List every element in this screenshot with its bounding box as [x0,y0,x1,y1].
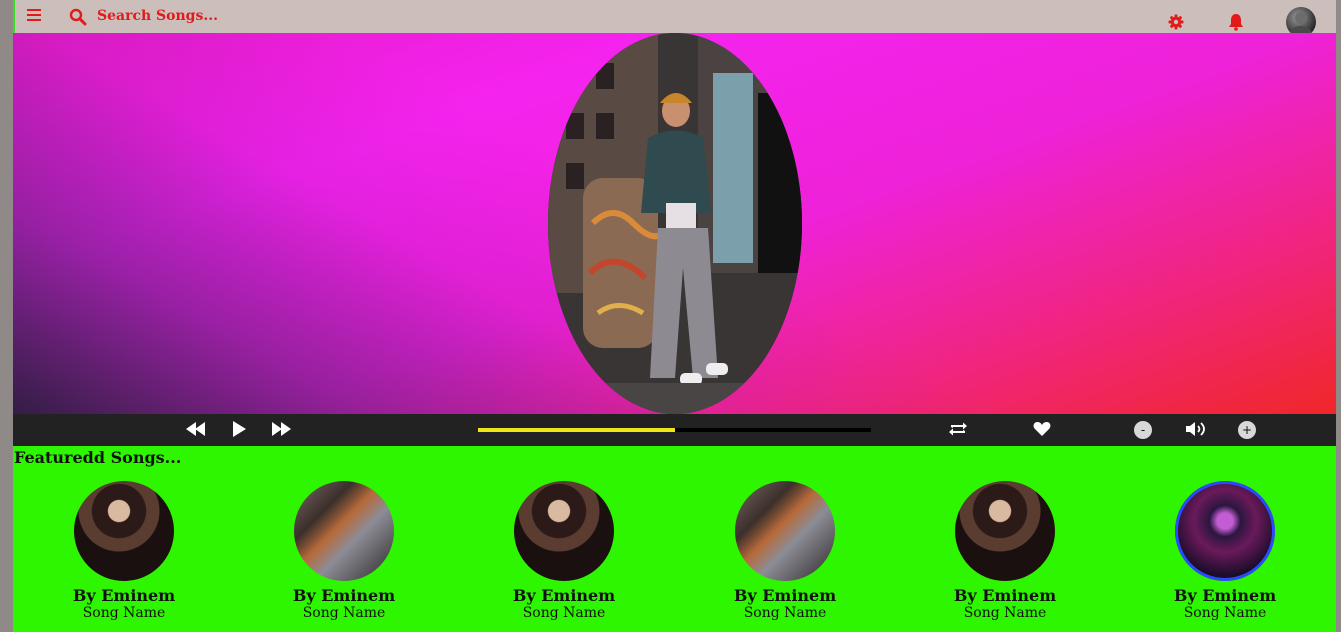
song-thumbnail [74,481,174,581]
bell-icon[interactable] [1228,13,1244,31]
song-name: Song Name [82,605,166,621]
song-thumbnail [514,481,614,581]
song-card[interactable]: By Eminem Song Name [715,481,855,621]
volume-icon[interactable] [1185,420,1207,438]
song-thumbnail [294,481,394,581]
song-artist: By Eminem [953,586,1057,605]
hero-banner [13,33,1336,414]
play-icon[interactable] [231,420,247,438]
song-artist: By Eminem [733,586,837,605]
song-name: Song Name [522,605,606,621]
song-name: Song Name [743,605,827,621]
search-input[interactable] [97,5,397,27]
heart-icon[interactable] [1033,421,1051,437]
repeat-icon[interactable] [948,421,968,437]
fast-forward-icon[interactable] [271,422,291,436]
song-name: Song Name [963,605,1047,621]
album-art-image [548,33,802,414]
progress-bar[interactable] [478,428,871,432]
menu-icon[interactable] [27,9,41,21]
song-card[interactable]: By Eminem Song Name [935,481,1075,621]
song-card[interactable]: By Eminem Song Name [494,481,634,621]
player-bar: - + [13,414,1336,446]
song-name: Song Name [302,605,386,621]
song-thumbnail [955,481,1055,581]
featured-section: Featuredd Songs... By Eminem Song Name B… [13,446,1336,632]
volume-down-button[interactable]: - [1134,421,1152,439]
song-artist: By Eminem [292,586,396,605]
top-bar [13,0,1336,37]
music-app: - + Featuredd Songs... By Eminem Song Na… [13,0,1336,632]
progress-fill [478,428,675,432]
song-card[interactable]: By Eminem Song Name [1155,481,1295,621]
song-name: Song Name [1183,605,1267,621]
gear-icon[interactable] [1168,14,1184,30]
song-artist: By Eminem [512,586,616,605]
rewind-icon[interactable] [186,422,206,436]
song-thumbnail [735,481,835,581]
song-artist: By Eminem [72,586,176,605]
song-card[interactable]: By Eminem Song Name [54,481,194,621]
song-artist: By Eminem [1173,586,1277,605]
search-icon[interactable] [69,8,87,26]
song-thumbnail [1175,481,1275,581]
volume-up-button[interactable]: + [1238,421,1256,439]
featured-title: Featuredd Songs... [14,448,182,467]
song-card[interactable]: By Eminem Song Name [274,481,414,621]
